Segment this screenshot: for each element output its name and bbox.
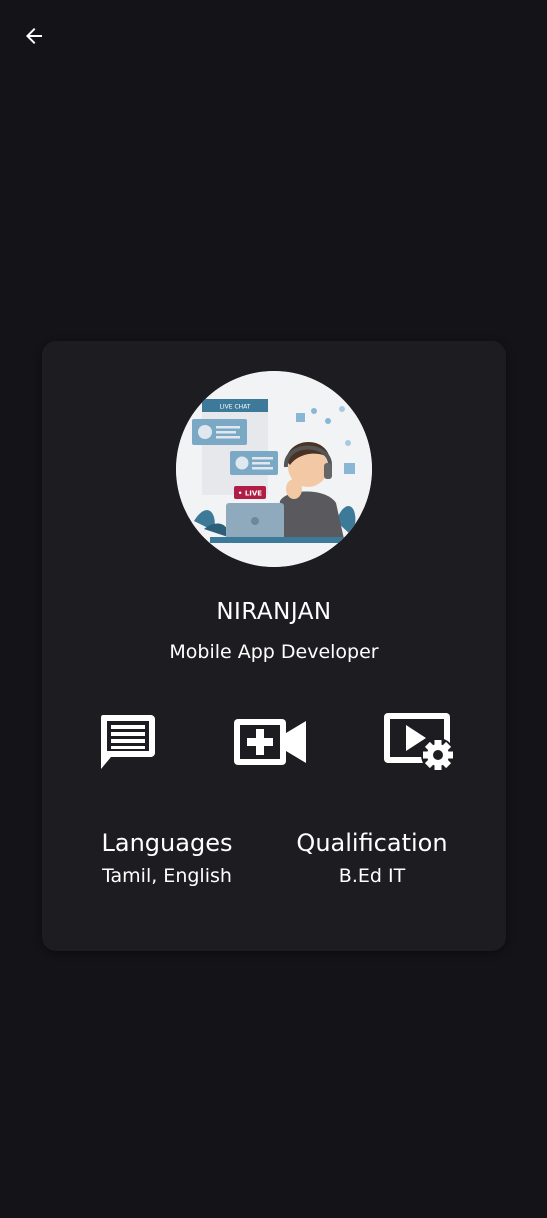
avatar: LIVE CHAT • LIVE: [176, 371, 372, 567]
video-settings-icon: [384, 713, 455, 772]
add-video-icon: [234, 719, 306, 765]
avatar-illustration: LIVE CHAT • LIVE: [176, 371, 372, 567]
add-video-button[interactable]: [232, 711, 308, 773]
profile-card: LIVE CHAT • LIVE NIRANJAN Mobile App Dev…: [42, 341, 506, 951]
chat-icon: [101, 715, 155, 769]
profile-name: NIRANJAN: [216, 599, 332, 625]
back-button[interactable]: [18, 20, 50, 52]
languages-label: Languages: [101, 829, 233, 857]
qualification-value: B.Ed IT: [338, 865, 406, 887]
arrow-left-icon: [26, 28, 42, 44]
video-settings-button[interactable]: [382, 711, 458, 773]
live-chat-banner: LIVE CHAT: [220, 404, 251, 411]
live-badge: • LIVE: [238, 490, 262, 498]
profile-role: Mobile App Developer: [169, 641, 379, 663]
chat-button[interactable]: [96, 711, 158, 773]
profile-screen: LIVE CHAT • LIVE NIRANJAN Mobile App Dev…: [0, 0, 547, 1218]
qualification-label: Qualification: [296, 829, 448, 857]
languages-value: Tamil, English: [102, 865, 232, 887]
